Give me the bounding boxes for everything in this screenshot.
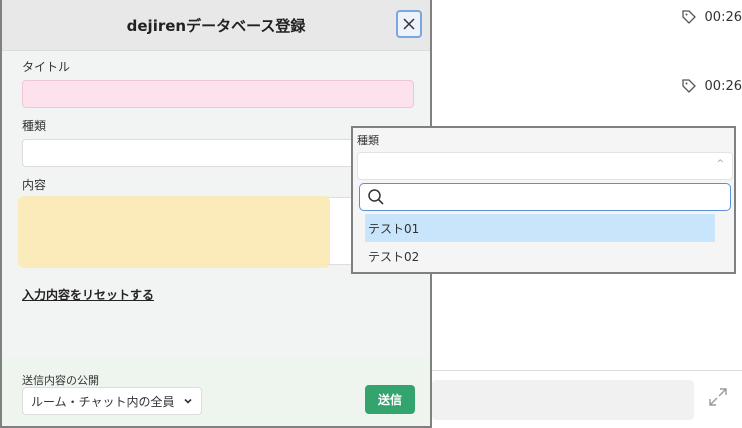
- popup-label: 種類: [357, 134, 379, 147]
- content-highlight: [18, 196, 330, 268]
- close-icon: [403, 18, 415, 30]
- publish-label: 送信内容の公開: [22, 374, 99, 387]
- kind-label: 種類: [22, 119, 47, 133]
- search-input[interactable]: [359, 183, 731, 211]
- message-time-row: 00:26: [681, 9, 742, 25]
- reset-link[interactable]: 入力内容をリセットする: [22, 286, 154, 303]
- expand-icon[interactable]: [707, 386, 729, 408]
- modal-title: dejirenデータベース登録: [126, 16, 306, 35]
- message-time: 00:26: [704, 9, 742, 25]
- tag-icon: [681, 79, 696, 93]
- tag-icon: [681, 10, 696, 24]
- message-time-row: 00:26: [681, 78, 742, 94]
- dropdown-option[interactable]: テスト01: [365, 214, 715, 242]
- send-button[interactable]: 送信: [365, 385, 415, 414]
- modal-header: dejirenデータベース登録: [2, 0, 430, 51]
- search-icon: [368, 189, 384, 205]
- close-button[interactable]: [396, 10, 422, 38]
- chat-input[interactable]: [432, 380, 694, 420]
- chevron-down-icon: [184, 398, 192, 404]
- publish-select[interactable]: ルーム・チャット内の全員: [22, 387, 202, 415]
- kind-dropdown-popup: 種類 ^ テスト01 テスト02: [351, 126, 736, 274]
- popup-select[interactable]: ^: [357, 152, 733, 180]
- content-label: 内容: [22, 178, 47, 192]
- chevron-up-icon: ^: [716, 159, 724, 169]
- title-label: タイトル: [22, 60, 71, 74]
- title-input[interactable]: [22, 80, 414, 108]
- dropdown-option[interactable]: テスト02: [365, 242, 715, 270]
- publish-value: ルーム・チャット内の全員: [31, 394, 175, 409]
- divider: [432, 370, 742, 371]
- message-time: 00:26: [704, 78, 742, 94]
